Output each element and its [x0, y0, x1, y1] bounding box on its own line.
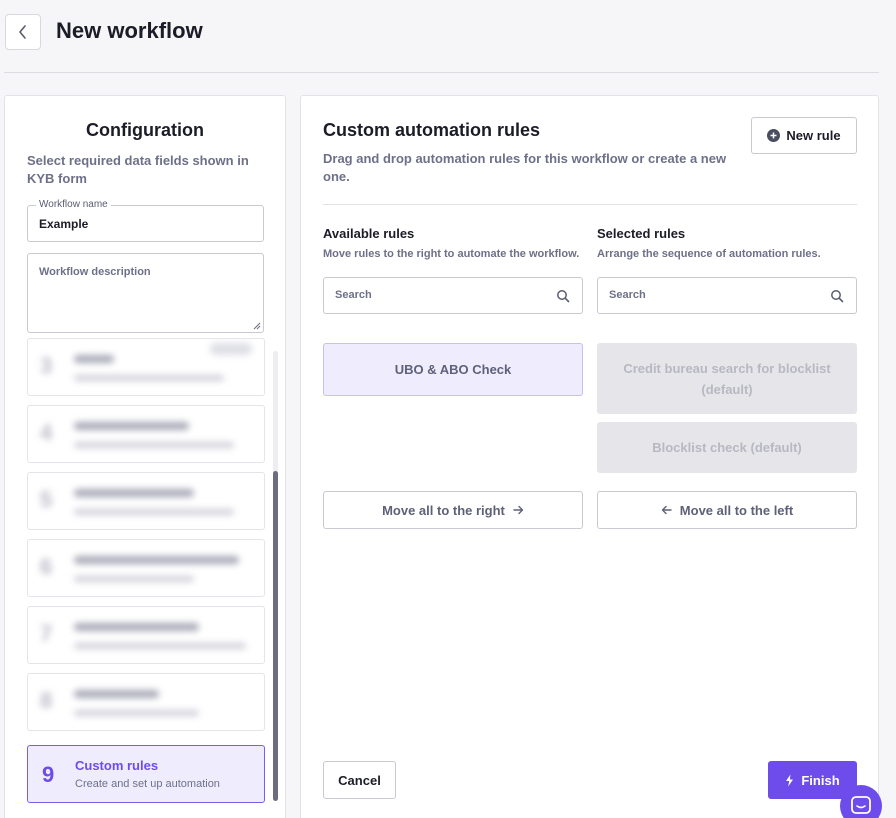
header-divider [4, 72, 879, 73]
step-title: Custom rules [75, 758, 159, 773]
move-all-left-label: Move all to the left [679, 502, 794, 518]
configuration-title: Configuration [86, 120, 204, 140]
steps-scrollbar-thumb[interactable] [273, 471, 278, 801]
rules-panel: Custom automation rules Drag and drop au… [300, 95, 879, 818]
workflow-description-field[interactable]: Workflow description [27, 253, 264, 333]
available-rules-search[interactable]: Search [323, 277, 583, 314]
finish-label: Finish [801, 772, 840, 788]
selected-search-placeholder: Search [609, 289, 646, 301]
step-card-obscured[interactable]: 8 [27, 673, 265, 731]
arrow-right-icon [513, 505, 524, 515]
step-card-obscured[interactable]: 6 [27, 539, 265, 597]
configuration-subtitle: Select required data fields shown in KYB… [27, 153, 249, 186]
workflow-name-label: Workflow name [36, 199, 111, 210]
step-card-obscured[interactable]: 7 [27, 606, 265, 664]
rules-subtitle: Drag and drop automation rules for this … [323, 151, 727, 184]
workflow-description-placeholder: Workflow description [39, 266, 151, 278]
step-number: 9 [42, 762, 55, 787]
available-search-placeholder: Search [335, 289, 372, 301]
chat-icon [851, 796, 871, 814]
workflow-name-field[interactable]: Workflow name Example [27, 199, 264, 242]
step-card-obscured[interactable]: 4 [27, 405, 265, 463]
rules-title: Custom automation rules [323, 120, 541, 140]
selected-rules-search[interactable]: Search [597, 277, 857, 314]
step-card-custom-rules[interactable]: 9 Custom rules Create and set up automat… [27, 745, 265, 803]
step-description: Create and set up automation [75, 778, 220, 790]
back-button[interactable] [5, 14, 41, 50]
new-rule-button[interactable]: New rule [751, 117, 857, 154]
steps-list: 3 4 5 6 7 8 [27, 338, 265, 806]
page-header: New workflow [0, 0, 896, 72]
rule-card-ubo-abo-check[interactable]: UBO & ABO Check [323, 343, 583, 396]
step-card-obscured[interactable]: 5 [27, 472, 265, 530]
workflow-name-value: Example [39, 217, 89, 231]
cancel-button[interactable]: Cancel [323, 761, 396, 799]
move-all-right-label: Move all to the right [382, 502, 505, 518]
rule-card-credit-bureau-search[interactable]: Credit bureau search for blocklist (defa… [597, 343, 857, 414]
move-all-right-button[interactable]: Move all to the right [323, 491, 583, 529]
arrow-left-icon [661, 505, 672, 515]
lightning-icon [786, 774, 794, 786]
configuration-panel: Configuration Select required data field… [4, 95, 286, 818]
rules-divider [323, 204, 857, 205]
plus-circle-icon [767, 129, 781, 142]
step-card-obscured[interactable]: 3 [27, 338, 265, 396]
new-rule-label: New rule [786, 128, 841, 143]
chevron-left-icon [19, 25, 26, 39]
search-icon [831, 290, 844, 303]
available-rules-subtitle: Move rules to the right to automate the … [323, 248, 580, 260]
available-rules-title: Available rules [323, 226, 415, 241]
selected-rules-subtitle: Arrange the sequence of automation rules… [597, 248, 821, 260]
rule-card-blocklist-check[interactable]: Blocklist check (default) [597, 422, 857, 473]
move-all-left-button[interactable]: Move all to the left [597, 491, 857, 529]
search-icon [557, 290, 570, 303]
page-title: New workflow [56, 18, 203, 43]
selected-rules-title: Selected rules [597, 226, 686, 241]
resize-grip-icon[interactable] [253, 322, 261, 330]
